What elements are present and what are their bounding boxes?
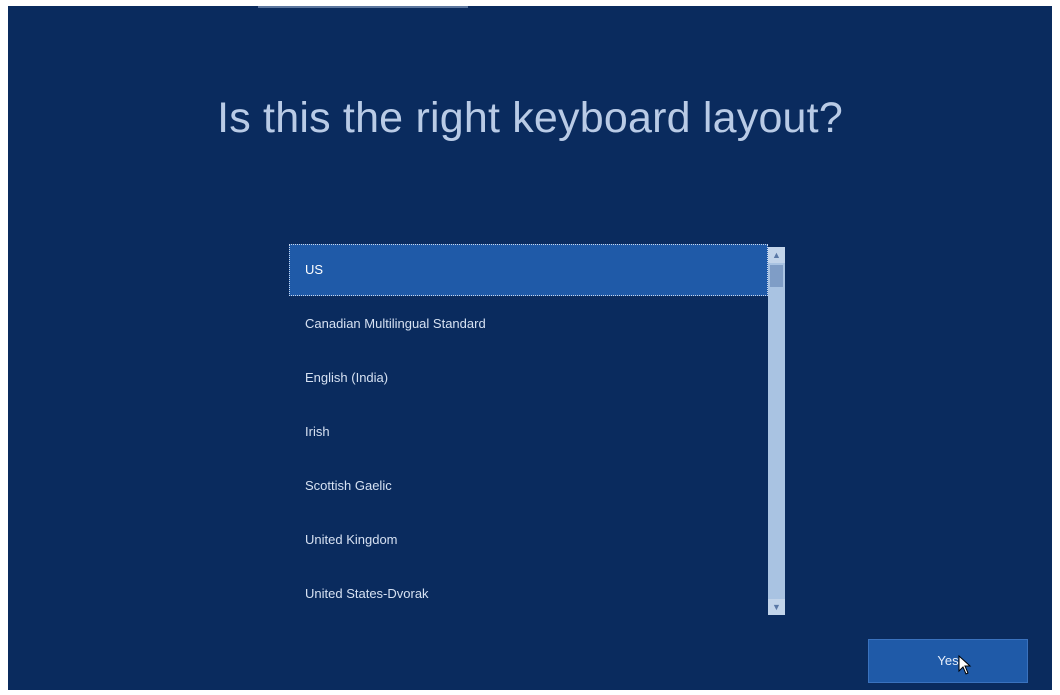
list-item[interactable]: United States-Dvorak (289, 568, 768, 615)
page-title: Is this the right keyboard layout? (217, 94, 843, 142)
mouse-pointer-icon (958, 655, 972, 675)
list-item[interactable]: United Kingdom (289, 514, 768, 566)
top-progress-strip (258, 6, 468, 8)
list-item[interactable]: Irish (289, 406, 768, 458)
yes-button[interactable]: Yes (868, 639, 1028, 683)
chevron-down-icon[interactable]: ▼ (768, 599, 785, 615)
list-item[interactable]: Canadian Multilingual Standard (289, 298, 768, 350)
setup-screen: Is this the right keyboard layout? US Ca… (8, 6, 1052, 690)
keyboard-layout-list[interactable]: US Canadian Multilingual Standard Englis… (289, 244, 786, 615)
list-scrollbar[interactable]: ▲ ▼ (768, 247, 785, 615)
chevron-up-icon[interactable]: ▲ (768, 247, 785, 263)
list-item[interactable]: US (289, 244, 768, 296)
list-item[interactable]: English (India) (289, 352, 768, 404)
scroll-thumb[interactable] (770, 265, 783, 287)
list-item[interactable]: Scottish Gaelic (289, 460, 768, 512)
